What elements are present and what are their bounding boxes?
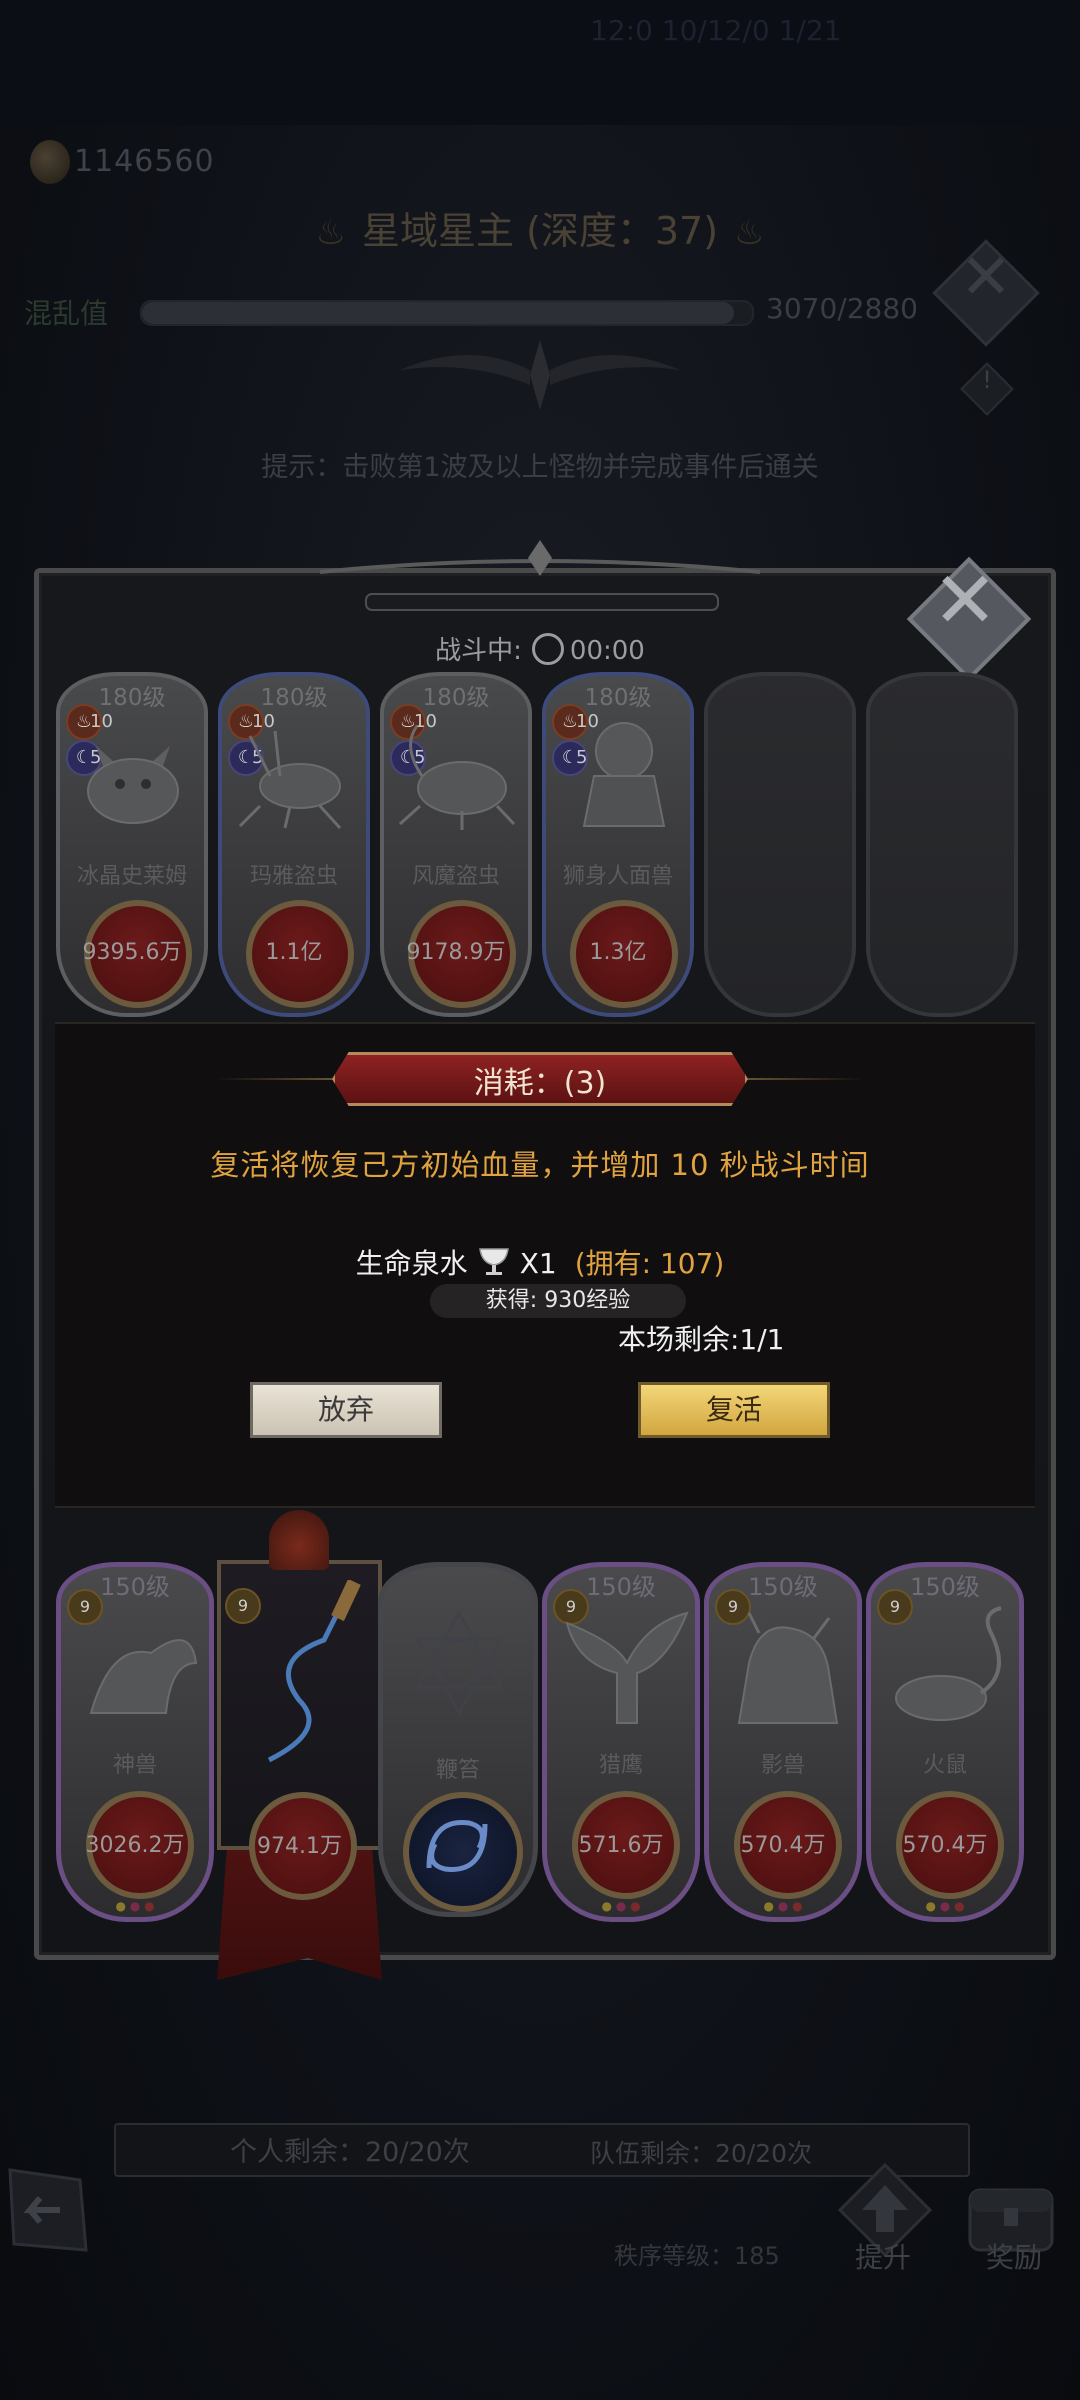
rune-gems: ● ● ● (115, 1899, 155, 1913)
falcon-portrait (565, 1611, 689, 1724)
enemy-name: 冰晶史莱姆 (76, 864, 187, 889)
enemy-name: 狮身人面兽 (562, 864, 673, 889)
currency-value: 1146560 (74, 144, 215, 179)
sphinx-portrait (582, 722, 666, 827)
enemy-name: 玛雅盗虫 (249, 864, 338, 889)
enemy-name: 风魔盗虫 (411, 864, 500, 889)
fire-rat-portrait (895, 1606, 1002, 1721)
item-owned: (拥有: 107) (574, 1247, 725, 1280)
team-hp: 3026.2万 (85, 1833, 185, 1858)
skill-name: 鞭笞 (435, 1758, 480, 1783)
empty-enemy-slot (866, 672, 1018, 1017)
team-hp: 974.1万 (257, 1834, 342, 1859)
clear-hint: 提示：击败第1波及以上怪物并完成事件后通关 (261, 452, 819, 483)
team-card[interactable]: 150级 9 神兽 3026.2万 ● ● ● (56, 1562, 214, 1922)
enemy-hp: 9395.6万 (82, 940, 182, 965)
griffin-portrait (89, 1639, 198, 1714)
enemy-hp: 1.1亿 (265, 940, 323, 965)
rune-gems: ● ● ● (601, 1899, 641, 1913)
enemy-hp: 1.3亿 (589, 940, 647, 965)
back-button[interactable] (0, 2160, 92, 2260)
stage-title-text: 星域星主 (深度：37) (361, 209, 719, 253)
close-icon: ✕ (960, 240, 1012, 313)
team-name: 猎鹰 (598, 1753, 643, 1778)
game-screen: 12:0 10/12/0 1/21 1146560 ♨ 星域星主 (深度：37) ♨… (0, 0, 1080, 2400)
slime-portrait (87, 746, 179, 824)
flame-right-icon: ♨ (734, 213, 765, 253)
revive-button[interactable]: 复活 (638, 1382, 830, 1438)
whip-skill-icon (403, 1792, 523, 1912)
team-name: 神兽 (112, 1753, 157, 1778)
status-bar-clock: 12:0 10/12/0 1/21 (590, 14, 842, 47)
team-hp: 570.4万 (740, 1833, 826, 1858)
rank-level: 秩序等级：185 (614, 2242, 780, 2270)
chaos-progress-fill (142, 302, 734, 324)
revive-description: 复活将恢复己方初始血量，并增加 10 秒战斗时间 (210, 1148, 870, 1182)
enemy-card[interactable]: 180级 ♨ 10 ☾ 5 风魔盗虫 9178.9万 (380, 672, 532, 1017)
enemy-card[interactable]: 180级 ♨ 10 ☾ 5 玛雅盗虫 1.1亿 (218, 672, 370, 1017)
team-card[interactable]: 150级 9 影兽 570.4万 ● ● ● (704, 1562, 862, 1922)
cost-title: 消耗：(3) (473, 1066, 607, 1101)
skill-card[interactable]: 鞭笞 (378, 1562, 538, 1917)
gold-coin-icon (30, 140, 70, 184)
team-name: 影兽 (760, 1753, 805, 1778)
team-hp: 570.4万 (902, 1833, 988, 1858)
team-card[interactable]: 150级 9 火鼠 570.4万 ● ● ● (866, 1562, 1024, 1922)
rune-gems: ● ● ● (763, 1899, 803, 1913)
hourglass-icon: 9 (225, 1588, 261, 1624)
flame-left-icon: ♨ (315, 213, 346, 253)
enemy-hp: 9178.9万 (406, 940, 506, 965)
upgrade-label: 提升 (854, 2241, 911, 2274)
empty-enemy-slot (704, 672, 856, 1017)
chaos-progress-bar (140, 300, 754, 326)
panel-top-ornament (320, 540, 760, 576)
chalice-icon (478, 1248, 509, 1275)
team-hp: 571.6万 (578, 1833, 664, 1858)
team-name: 火鼠 (922, 1753, 967, 1778)
reward-label: 奖励 (985, 2241, 1042, 2274)
battle-status-label: 战斗中: (435, 636, 522, 666)
status-bar: 12:0 10/12/0 1/21 (0, 0, 1080, 125)
info-icon: ! (982, 366, 992, 394)
hero-card[interactable]: 9 974.1万 (217, 1510, 382, 1980)
divider-line (745, 1078, 865, 1080)
winged-ornament (400, 340, 680, 410)
item-quantity: X1 (519, 1247, 557, 1280)
divider-line (215, 1078, 335, 1080)
item-name: 生命泉水 (355, 1247, 468, 1280)
chaos-label: 混乱值 (24, 297, 109, 330)
panel-slot-bar (365, 593, 719, 611)
cost-banner: 消耗：(3) (332, 1052, 748, 1106)
exp-reward-tip: 获得: 930经验 (430, 1284, 686, 1318)
enemy-card[interactable]: 180级 ♨ 10 ☾ 5 狮身人面兽 1.3亿 (542, 672, 694, 1017)
personal-attempts: 个人剩余：20/20次 (230, 2137, 470, 2168)
battle-timer: 00:00 (569, 636, 645, 666)
battle-status: 战斗中: 00:00 (0, 630, 1080, 668)
insect-portrait (238, 730, 342, 830)
team-attempts: 队伍剩余：20/20次 (590, 2139, 813, 2168)
give-up-button[interactable]: 放弃 (250, 1382, 442, 1438)
enemy-card[interactable]: 180级 ♨ 10 ☾ 5 冰晶史莱姆 9395.6万 (56, 672, 208, 1017)
team-card[interactable]: 150级 9 猎鹰 571.6万 ● ● ● (542, 1562, 700, 1922)
chaos-value: 3070/2880 (766, 292, 918, 325)
hero-helmet-icon (269, 1510, 329, 1570)
rune-gems: ● ● ● (925, 1899, 965, 1913)
cost-item-row: 生命泉水 X1 (拥有: 107) (0, 1242, 1080, 1282)
shadow-beast-portrait (737, 1612, 839, 1724)
stage-title: ♨ 星域星主 (深度：37) ♨ (0, 200, 1080, 255)
clock-icon (531, 632, 564, 665)
hexagram-emblem-icon (414, 1609, 504, 1717)
beetle-portrait (398, 725, 516, 830)
revive-remaining: 本场剩余:1/1 (618, 1323, 785, 1356)
